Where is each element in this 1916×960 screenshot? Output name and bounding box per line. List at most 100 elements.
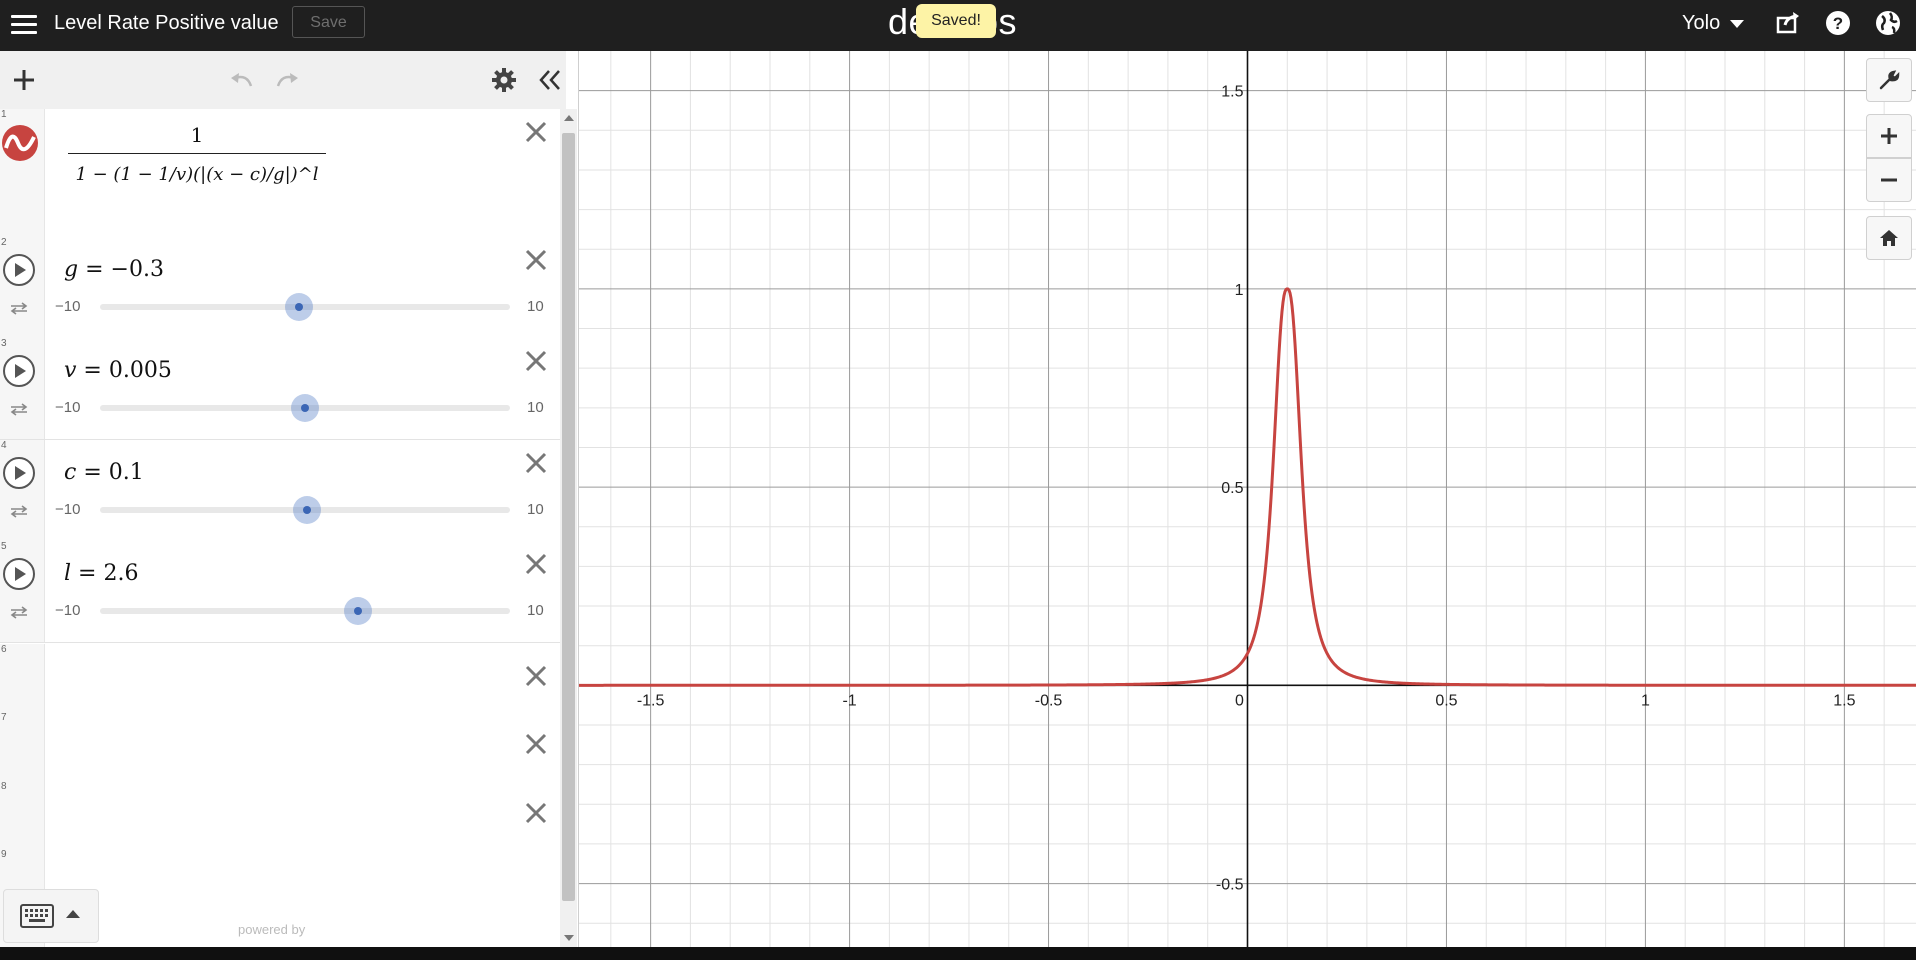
expression-row[interactable]: 1 1 1 − (1 − 1/v)(|(x − c)/g|)^l [0, 109, 560, 238]
save-button[interactable]: Save [292, 6, 365, 38]
help-icon[interactable]: ? [1823, 8, 1853, 38]
graph-title[interactable]: Level Rate Positive value [54, 11, 279, 35]
keyboard-toggle[interactable] [3, 889, 99, 943]
slider-min[interactable]: −10 [55, 501, 80, 518]
close-icon[interactable] [523, 450, 549, 476]
slider-equation[interactable]: l = 2.6 [64, 561, 138, 586]
expression-gutter: 5 [0, 541, 45, 642]
expression-toolbar [0, 51, 566, 110]
expression-gutter: 6 [0, 644, 45, 712]
expression-gutter: 7 [0, 712, 45, 781]
play-icon[interactable] [2, 557, 36, 591]
play-icon[interactable] [2, 354, 36, 388]
close-icon[interactable] [523, 247, 549, 273]
row-number: 5 [1, 541, 7, 552]
globe-icon[interactable] [1873, 8, 1903, 38]
variable-value: 2.6 [103, 561, 139, 586]
play-icon[interactable] [2, 456, 36, 490]
slider-max[interactable]: 10 [527, 501, 544, 518]
expression-row[interactable]: 8 [0, 781, 560, 850]
expression-row[interactable]: 6 [0, 644, 560, 713]
slider-max[interactable]: 10 [527, 399, 544, 416]
row-number: 1 [1, 109, 7, 120]
close-icon[interactable] [523, 551, 549, 577]
scroll-down-icon[interactable] [564, 935, 574, 941]
scroll-up-icon[interactable] [564, 115, 574, 121]
slider-equation[interactable]: c = 0.1 [64, 460, 144, 485]
slider-min[interactable]: −10 [55, 298, 80, 315]
close-icon[interactable] [523, 800, 549, 826]
graph-settings-button[interactable] [1866, 58, 1912, 102]
variable-name: g [64, 257, 79, 282]
variable-value: 0.1 [108, 460, 144, 485]
collapse-icon[interactable] [533, 63, 567, 97]
slider-row-v[interactable]: 3 v = 0.005 −10 10 [0, 338, 560, 440]
share-icon[interactable] [1773, 8, 1803, 38]
loop-icon[interactable] [9, 301, 29, 315]
y-tick-label: 1.5 [1221, 84, 1243, 101]
slider-handle[interactable] [284, 293, 313, 321]
loop-icon[interactable] [9, 605, 29, 619]
x-tick-label: -0.5 [1035, 692, 1063, 709]
slider-track[interactable] [100, 394, 510, 422]
settings-icon[interactable] [487, 63, 521, 97]
x-tick-label: 0.5 [1435, 692, 1457, 709]
slider-handle[interactable] [291, 394, 319, 422]
slider-track[interactable] [100, 496, 510, 524]
fraction-bar [68, 153, 326, 154]
slider-equation[interactable]: g = −0.3 [64, 257, 164, 282]
expression-gutter: 3 [0, 338, 45, 439]
undo-icon[interactable] [224, 63, 258, 97]
formula-denominator: 1 − (1 − 1/v)(|(x − c)/g|)^l [75, 164, 319, 185]
zoom-in-icon [1881, 128, 1897, 144]
slider-max[interactable]: 10 [527, 602, 544, 619]
default-viewport-button[interactable] [1866, 216, 1912, 260]
zoom-out-button[interactable] [1866, 158, 1912, 202]
expression-gutter: 8 [0, 781, 45, 849]
variable-name: l [64, 561, 72, 586]
x-tick-label: 0 [1235, 692, 1244, 709]
redo-icon[interactable] [271, 63, 305, 97]
y-tick-label: -0.5 [1216, 877, 1244, 894]
close-icon[interactable] [523, 663, 549, 689]
slider-row-l[interactable]: 5 l = 2.6 −10 10 [0, 541, 560, 643]
slider-handle[interactable] [344, 597, 373, 625]
slider-min[interactable]: −10 [55, 602, 80, 619]
slider-max[interactable]: 10 [527, 298, 544, 315]
expression-gutter: 4 [0, 440, 45, 541]
close-icon[interactable] [523, 731, 549, 757]
chevron-down-icon[interactable] [1730, 20, 1744, 28]
graph-canvas[interactable]: -1.5 -1 -0.5 0 0.5 1 1.5 1.5 1 0.5 -0.5 [579, 51, 1916, 947]
zoom-in-button[interactable] [1866, 114, 1912, 158]
formula-display[interactable]: 1 1 − (1 − 1/v)(|(x − c)/g|)^l [68, 123, 326, 185]
graph-paper[interactable]: -1.5 -1 -0.5 0 0.5 1 1.5 1.5 1 0.5 -0.5 [579, 51, 1916, 947]
slider-equation[interactable]: v = 0.005 [64, 358, 172, 383]
expression-gutter: 1 [0, 109, 45, 237]
formula-numerator: 1 [190, 123, 204, 147]
scrollbar[interactable] [560, 109, 577, 947]
y-tick-label: 0.5 [1221, 480, 1243, 497]
slider-row-g[interactable]: 2 g = −0.3 −10 10 [0, 237, 560, 339]
variable-name: v [64, 358, 77, 383]
zoom-out-icon [1881, 178, 1897, 182]
slider-track[interactable] [100, 597, 510, 625]
slider-track[interactable] [100, 293, 510, 321]
user-menu[interactable]: Yolo [1682, 11, 1720, 35]
wrench-icon [1879, 70, 1900, 90]
close-icon[interactable] [523, 119, 549, 145]
slider-handle[interactable] [293, 496, 322, 524]
saved-toast: Saved! [916, 4, 996, 38]
chevron-up-icon [66, 910, 80, 918]
expression-row[interactable]: 7 [0, 712, 560, 782]
menu-icon[interactable] [11, 12, 37, 36]
expression-gutter: 2 [0, 237, 45, 338]
close-icon[interactable] [523, 348, 549, 374]
scroll-thumb[interactable] [562, 133, 575, 901]
slider-min[interactable]: −10 [55, 399, 80, 416]
play-icon[interactable] [2, 253, 36, 287]
add-icon[interactable] [7, 63, 41, 97]
slider-row-c[interactable]: 4 c = 0.1 −10 10 [0, 440, 560, 542]
loop-icon[interactable] [9, 504, 29, 518]
function-color-icon[interactable] [1, 124, 39, 167]
loop-icon[interactable] [9, 402, 29, 416]
